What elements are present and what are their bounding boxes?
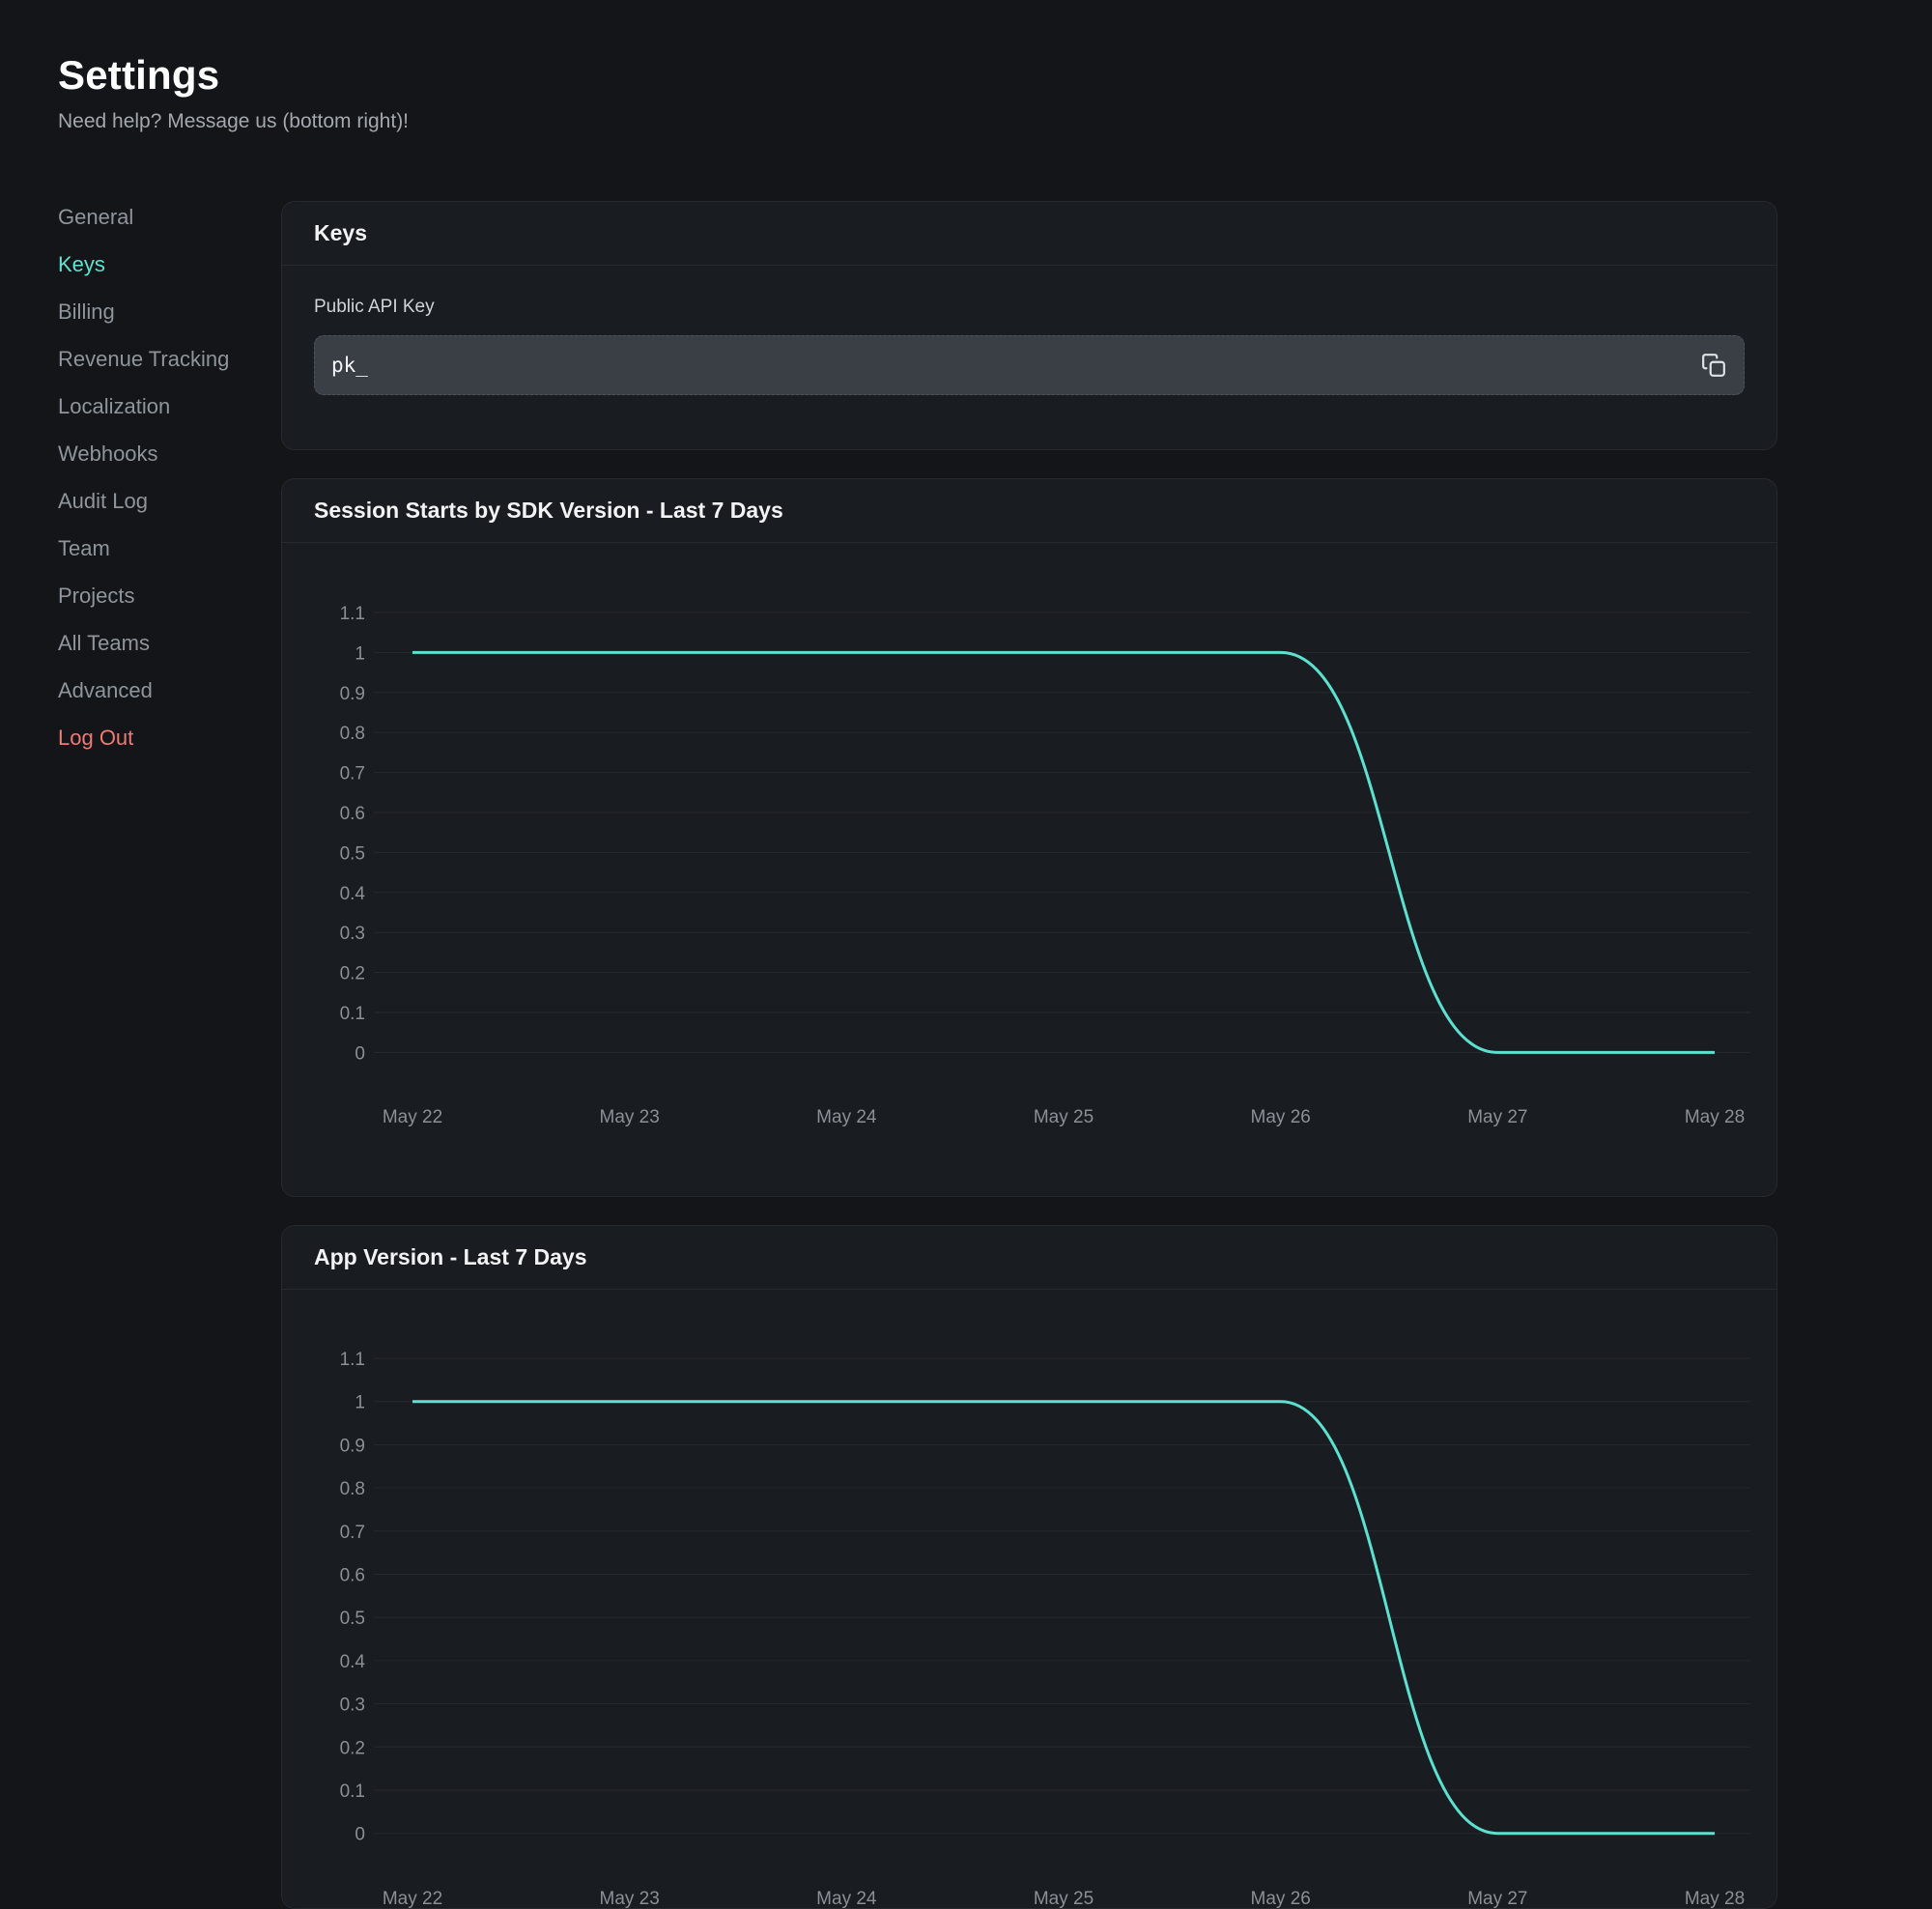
sidebar-item-webhooks[interactable]: Webhooks (58, 430, 281, 477)
page-header: Settings Need help? Message us (bottom r… (0, 0, 1932, 133)
svg-text:0.4: 0.4 (340, 884, 366, 904)
svg-text:0.6: 0.6 (340, 804, 365, 824)
settings-page: Settings Need help? Message us (bottom r… (0, 0, 1932, 1909)
keys-card-header: Keys (282, 202, 1776, 266)
svg-text:May 28: May 28 (1685, 1889, 1745, 1908)
svg-text:0.6: 0.6 (340, 1566, 365, 1586)
public-api-key-label: Public API Key (314, 297, 1745, 318)
public-api-key-value: pk_ (331, 354, 1697, 377)
svg-text:0.7: 0.7 (340, 1523, 365, 1543)
svg-text:1: 1 (355, 643, 365, 664)
svg-text:0.1: 0.1 (340, 1781, 365, 1802)
svg-text:May 23: May 23 (600, 1889, 660, 1908)
svg-text:0.9: 0.9 (340, 1436, 365, 1456)
sidebar-item-all-teams[interactable]: All Teams (58, 619, 281, 667)
svg-text:0.2: 0.2 (340, 1738, 365, 1758)
keys-card: Keys Public API Key pk_ (281, 201, 1777, 450)
content-row: GeneralKeysBillingRevenue TrackingLocali… (0, 193, 1932, 1909)
public-api-key-field[interactable]: pk_ (314, 335, 1745, 395)
svg-text:1.1: 1.1 (340, 604, 365, 624)
sdk-version-chart-header: Session Starts by SDK Version - Last 7 D… (282, 479, 1776, 543)
sidebar-item-localization[interactable]: Localization (58, 383, 281, 430)
svg-text:May 28: May 28 (1685, 1107, 1745, 1127)
sdk-version-line-chart: 1.1 1 0.9 0.8 0.7 0.6 0.5 0.4 0.3 0.2 0.1 0 May 22 Ma… (282, 543, 1776, 1196)
app-version-chart-header: App Version - Last 7 Days (282, 1226, 1776, 1290)
svg-text:0.9: 0.9 (340, 684, 365, 704)
sidebar-item-advanced[interactable]: Advanced (58, 667, 281, 714)
svg-text:0.4: 0.4 (340, 1652, 366, 1672)
sidebar-item-billing[interactable]: Billing (58, 288, 281, 335)
svg-text:May 22: May 22 (383, 1107, 442, 1127)
sidebar-item-general[interactable]: General (58, 193, 281, 241)
svg-text:0.7: 0.7 (340, 764, 365, 784)
app-version-chart-title: App Version - Last 7 Days (314, 1244, 1745, 1270)
svg-text:0: 0 (355, 1825, 365, 1845)
svg-text:May 27: May 27 (1467, 1889, 1527, 1908)
copy-icon (1701, 353, 1726, 378)
sidebar-item-keys[interactable]: Keys (58, 241, 281, 288)
main-column: Keys Public API Key pk_ (281, 193, 1777, 1909)
svg-text:May 26: May 26 (1251, 1107, 1311, 1127)
sidebar-item-revenue-tracking[interactable]: Revenue Tracking (58, 335, 281, 383)
svg-text:May 25: May 25 (1034, 1107, 1094, 1127)
app-version-line-chart: 1.1 1 0.9 0.8 0.7 0.6 0.5 0.4 0.3 0.2 0.1 0 May 22 Ma… (282, 1290, 1776, 1908)
svg-text:0.3: 0.3 (340, 1695, 365, 1716)
svg-text:May 23: May 23 (600, 1107, 660, 1127)
sdk-version-chart-card: Session Starts by SDK Version - Last 7 D… (281, 478, 1777, 1197)
svg-text:May 24: May 24 (816, 1107, 877, 1127)
sdk-version-chart-title: Session Starts by SDK Version - Last 7 D… (314, 498, 1745, 524)
svg-text:May 25: May 25 (1034, 1889, 1094, 1908)
svg-text:0.1: 0.1 (340, 1004, 365, 1024)
sidebar-item-projects[interactable]: Projects (58, 572, 281, 619)
app-version-chart-card: App Version - Last 7 Days 1.1 1 0.9 0.8 0.7 0… (281, 1225, 1777, 1909)
page-subtitle: Need help? Message us (bottom right)! (58, 110, 1932, 133)
sidebar-item-log-out[interactable]: Log Out (58, 714, 281, 761)
svg-text:1: 1 (355, 1393, 365, 1413)
svg-text:0.8: 0.8 (340, 724, 365, 744)
copy-button[interactable] (1697, 349, 1730, 382)
svg-text:1.1: 1.1 (340, 1350, 365, 1370)
svg-text:May 27: May 27 (1467, 1107, 1527, 1127)
svg-text:May 24: May 24 (816, 1889, 877, 1908)
sidebar-item-team[interactable]: Team (58, 525, 281, 572)
keys-card-body: Public API Key pk_ (282, 266, 1776, 449)
svg-text:0.3: 0.3 (340, 924, 365, 944)
svg-text:0: 0 (355, 1043, 365, 1064)
svg-text:0.5: 0.5 (340, 843, 365, 864)
settings-nav: GeneralKeysBillingRevenue TrackingLocali… (0, 193, 281, 761)
svg-text:May 26: May 26 (1251, 1889, 1311, 1908)
sidebar-item-audit-log[interactable]: Audit Log (58, 477, 281, 525)
svg-text:0.5: 0.5 (340, 1609, 365, 1629)
svg-text:0.8: 0.8 (340, 1479, 365, 1499)
svg-text:0.2: 0.2 (340, 964, 365, 984)
page-title: Settings (58, 52, 1932, 99)
svg-text:May 22: May 22 (383, 1889, 442, 1908)
keys-card-title: Keys (314, 220, 1745, 246)
